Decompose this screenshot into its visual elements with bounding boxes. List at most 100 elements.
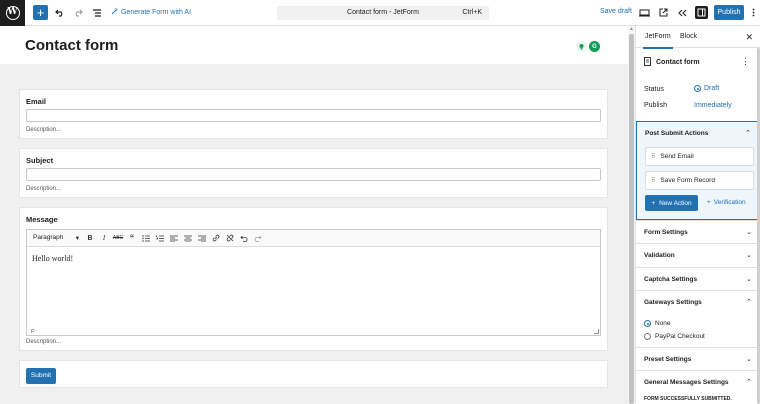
section-gateways-settings[interactable]: Gateways Settings ⌃ None PayPal Checkout [636,290,760,348]
canvas-scrollbar[interactable]: ▲ [628,26,635,404]
paragraph-format-select[interactable]: Paragraph ▾ [27,234,83,242]
command-shortcut: Ctrl+K [462,9,482,16]
radio-icon[interactable] [644,333,651,340]
document-row: Contact form [644,57,754,68]
new-action-label: New Action [659,199,692,207]
new-action-button[interactable]: + New Action [645,195,698,211]
section-form-settings[interactable]: Form Settings ⌄ [636,220,760,243]
title-area: Contact form G [0,26,628,64]
radio-selected-icon[interactable] [644,320,651,327]
action-label: Send Email [660,153,694,160]
preview-icon[interactable] [638,6,651,19]
email-description: Description... [26,127,62,133]
section-general-messages[interactable]: General Messages Settings ⌃ FORM SUCCESS… [636,370,760,404]
undo-icon[interactable] [53,6,66,19]
quote-icon[interactable]: “ [125,231,139,245]
publish-button[interactable]: Publish [714,5,744,20]
bullet-list-icon[interactable] [139,231,153,245]
sidebar-scrollbar[interactable] [756,48,760,404]
subject-label: Subject [26,156,54,165]
status-label: Status [644,86,664,93]
resize-handle-icon[interactable] [594,329,599,334]
subject-description: Description... [26,186,62,192]
action-save-form-record[interactable]: ⠿ Save Form Record [645,171,754,190]
status-value-button[interactable]: Draft [694,85,719,92]
section-title: General Messages Settings [644,379,729,386]
link-icon[interactable] [209,231,223,245]
action-label: Save Form Record [660,177,715,184]
section-captcha-settings[interactable]: Captcha Settings ⌄ [636,267,760,290]
section-title: Captcha Settings [644,276,698,283]
page-title[interactable]: Contact form [25,37,118,54]
more-options-icon[interactable] [749,6,757,19]
italic-icon[interactable]: I [97,231,111,245]
email-field-block[interactable]: Email Description... [19,89,608,139]
wordpress-logo-icon[interactable]: W [0,0,25,26]
unlink-icon[interactable] [223,231,237,245]
subject-input[interactable] [26,168,601,181]
verification-button[interactable]: + Verification [707,199,746,206]
editor-toolbar: Paragraph ▾ B I ABC “ [27,230,600,247]
plus-icon: + [651,199,656,207]
gateway-option-label: PayPal Checkout [655,333,705,340]
message-field-block[interactable]: Message Paragraph ▾ B I ABC “ Hello worl… [19,207,608,351]
post-submit-title[interactable]: Post Submit Actions [645,130,708,137]
numbered-list-icon[interactable] [153,231,167,245]
redo-icon[interactable] [71,6,84,19]
status-value: Draft [704,85,720,92]
settings-sidebar: JetForm Block ✕ Contact form ⋮ Status Dr… [635,26,760,404]
email-label: Email [26,97,47,106]
align-center-icon[interactable] [181,231,195,245]
drag-handle-icon[interactable]: ⠿ [651,177,656,184]
publish-value: Immediately [694,102,732,109]
submit-field-block[interactable]: Submit [19,360,608,388]
collapse-icon[interactable] [676,6,689,19]
grammarly-icon[interactable]: G [589,41,600,52]
action-send-email[interactable]: ⠿ Send Email [645,147,754,166]
save-draft-button[interactable]: Save draft [600,8,632,15]
document-more-icon[interactable]: ⋮ [741,56,750,67]
magic-wand-icon [111,8,118,17]
tab-block[interactable]: Block [680,33,697,40]
publish-date-button[interactable]: Immediately [694,102,732,109]
editor-content[interactable]: Hello world! [32,254,73,263]
lightbulb-icon[interactable] [576,41,587,52]
sidebar-tabs: JetForm Block ✕ [636,26,760,49]
document-overview-icon[interactable] [90,6,103,19]
scroll-up-icon[interactable]: ▲ [629,27,634,32]
settings-panel-toggle-icon[interactable] [695,6,708,19]
chevron-down-icon: ⌄ [746,356,752,363]
section-preset-settings[interactable]: Preset Settings ⌄ [636,347,760,370]
section-title: Preset Settings [644,356,692,363]
external-view-icon[interactable] [657,6,670,19]
canvas-scroll-thumb[interactable] [629,34,634,404]
chevron-down-icon: ⌄ [746,252,752,259]
editor-undo-icon[interactable] [237,231,251,245]
chevron-up-icon: ⌃ [746,299,752,306]
tab-jetform[interactable]: JetForm [643,33,673,49]
editor-top-bar: W + Generate Form with AI Contact form -… [0,0,760,26]
gateway-option-none[interactable]: None [644,320,671,327]
editor-redo-icon[interactable] [251,231,265,245]
section-validation[interactable]: Validation ⌄ [636,243,760,266]
section-title: Validation [644,252,675,259]
close-icon[interactable]: ✕ [745,32,753,43]
submit-button[interactable]: Submit [26,368,56,384]
command-palette-bar[interactable]: Contact form - JetForm Ctrl+K [277,6,489,20]
drag-handle-icon[interactable]: ⠿ [651,153,656,160]
chevron-up-icon[interactable]: ⌃ [745,129,751,137]
message-rich-editor[interactable]: Paragraph ▾ B I ABC “ Hello world! P [26,229,601,336]
email-input[interactable] [26,109,601,122]
generate-form-ai-label: Generate Form with AI [121,9,192,16]
chevron-down-icon: ⌄ [746,276,752,283]
message-preview: FORM SUCCESSFULLY SUBMITTED. [644,396,732,402]
block-inserter-button[interactable]: + [33,5,48,20]
generate-form-ai-button[interactable]: Generate Form with AI [111,8,191,17]
strikethrough-icon[interactable]: ABC [111,231,125,245]
subject-field-block[interactable]: Subject Description... [19,148,608,198]
message-label: Message [26,215,58,224]
align-left-icon[interactable] [167,231,181,245]
bold-icon[interactable]: B [83,231,97,245]
align-right-icon[interactable] [195,231,209,245]
gateway-option-paypal[interactable]: PayPal Checkout [644,333,705,340]
